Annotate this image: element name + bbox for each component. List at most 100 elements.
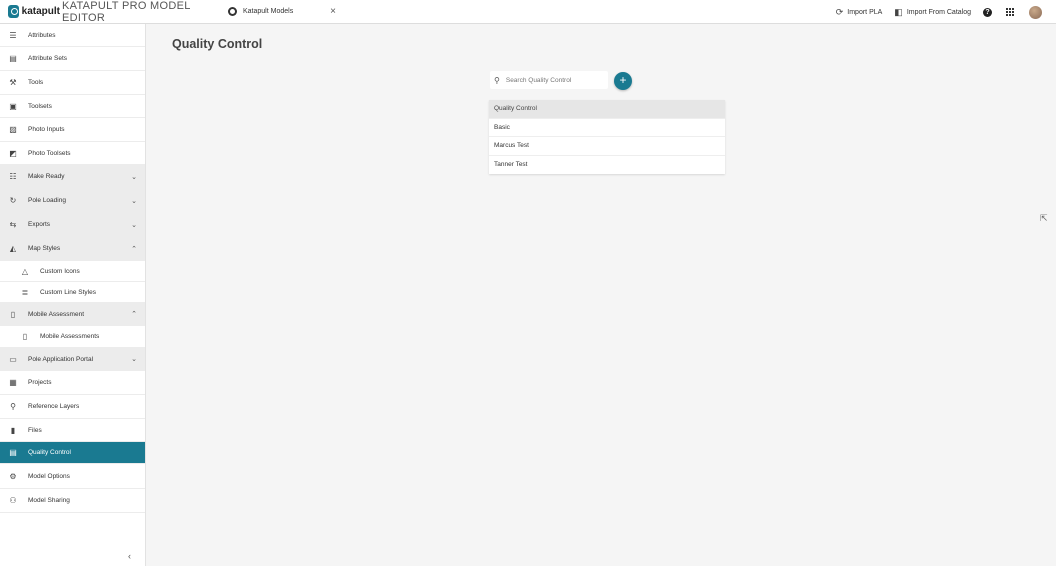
chevron-down-icon: ⌄: [131, 197, 137, 205]
sidebar-item-reference-layers[interactable]: ⚲ Reference Layers: [0, 395, 145, 419]
sidebar-item-label: Custom Icons: [40, 267, 80, 275]
sidebar-item-label: Attribute Sets: [28, 55, 68, 62]
sidebar-group-make-ready[interactable]: ☷ Make Ready ⌄: [0, 165, 145, 189]
avatar[interactable]: [1029, 5, 1042, 19]
sidebar-item-custom-icons[interactable]: △ Custom Icons: [0, 261, 145, 282]
sidebar-item-label: Mobile Assessments: [40, 333, 100, 340]
mouse-cursor-icon: ⇱: [1040, 213, 1048, 223]
search-field[interactable]: ⚲: [490, 71, 608, 89]
sidebar-item-photo-toolsets[interactable]: ◩ Photo Toolsets: [0, 142, 145, 165]
toolbox-icon: ▣: [9, 101, 17, 111]
triangle-icon: △: [21, 266, 29, 276]
sidebar-item-label: Map Styles: [28, 245, 61, 252]
sidebar-group-pole-application-portal[interactable]: ▭ Pole Application Portal ⌄: [0, 348, 145, 371]
sidebar-item-label: Quality Control: [28, 449, 71, 456]
tools-icon: ⚒: [9, 78, 17, 87]
katapult-logo-icon: [8, 5, 19, 18]
pole-loading-icon: ↻: [9, 196, 17, 205]
sidebar-group-map-styles[interactable]: ◭ Map Styles ⌃: [0, 237, 145, 261]
tab-label: Katapult Models: [243, 8, 294, 15]
mobile-icon: ▯: [10, 309, 16, 319]
sidebar-item-custom-line-styles[interactable]: ≣ Custom Line Styles: [0, 282, 145, 303]
photo-icon: ▨: [9, 125, 17, 134]
sidebar-item-label: Custom Line Styles: [40, 288, 96, 296]
import-pla-button[interactable]: ⟳ Import PLA: [836, 7, 883, 18]
table-icon: ▤: [9, 54, 17, 63]
sidebar-item-label: Files: [28, 426, 42, 434]
line-styles-icon: ≣: [21, 287, 29, 297]
sidebar-item-label: Tools: [28, 79, 44, 86]
chevron-down-icon: ⌄: [131, 221, 137, 229]
sidebar-item-files[interactable]: ▮ Files: [0, 419, 145, 442]
list-header: Quality Control: [489, 100, 725, 119]
brand-name: katapult: [21, 6, 60, 17]
sidebar-item-label: Mobile Assessment: [28, 310, 84, 318]
sidebar-item-label: Model Options: [28, 473, 70, 480]
sidebar-item-label: Make Ready: [28, 173, 65, 180]
sidebar: ☰ Attributes ▤ Attribute Sets ⚒ Tools ▣ …: [0, 24, 146, 566]
quality-control-list: Quality Control Basic Marcus Test Tanner…: [489, 100, 725, 174]
help-icon[interactable]: ?: [983, 7, 992, 17]
tab-katapult-models[interactable]: Katapult Models: [228, 7, 328, 16]
top-bar: katapult KATAPULT PRO MODEL EDITOR Katap…: [0, 0, 1056, 24]
sidebar-item-label: Photo Inputs: [28, 126, 65, 133]
list-item[interactable]: Marcus Test: [489, 137, 725, 156]
search-icon: ⚲: [494, 75, 500, 85]
close-icon[interactable]: ×: [328, 6, 338, 17]
list-item[interactable]: Basic: [489, 119, 725, 137]
sidebar-item-label: Attributes: [28, 31, 56, 39]
collapse-sidebar-icon[interactable]: ‹: [128, 551, 131, 561]
sidebar-item-attributes[interactable]: ☰ Attributes: [0, 24, 145, 47]
sidebar-item-photo-inputs[interactable]: ▨ Photo Inputs: [0, 118, 145, 142]
sidebar-item-projects[interactable]: ▦ Projects: [0, 371, 145, 395]
sidebar-item-mobile-assessments[interactable]: ▯ Mobile Assessments: [0, 326, 145, 348]
sidebar-item-attribute-sets[interactable]: ▤ Attribute Sets: [0, 47, 145, 71]
mobile-icon: ▯: [22, 332, 28, 341]
sidebar-item-label: Exports: [28, 221, 51, 228]
export-icon: ⇆: [9, 220, 17, 229]
clipboard-icon: ▤: [9, 448, 17, 457]
app-title: KATAPULT PRO MODEL EDITOR: [62, 0, 191, 24]
sidebar-item-label: Model Sharing: [28, 497, 70, 504]
file-icon: ▮: [10, 425, 16, 435]
chevron-up-icon: ⌃: [131, 311, 137, 318]
import-catalog-label: Import From Catalog: [906, 8, 971, 16]
sidebar-item-tools[interactable]: ⚒ Tools: [0, 71, 145, 95]
projects-icon: ▦: [9, 378, 17, 387]
models-icon: [228, 7, 237, 16]
sidebar-item-label: Photo Toolsets: [28, 149, 71, 157]
map-styles-icon: ◭: [9, 244, 17, 253]
photo-library-icon: ◩: [9, 148, 17, 158]
add-quality-control-button[interactable]: +: [614, 72, 632, 90]
search-input[interactable]: [505, 76, 598, 84]
list-icon: ☰: [9, 30, 17, 40]
sidebar-item-label: Pole Loading: [28, 197, 66, 204]
checklist-icon: ☷: [9, 172, 17, 181]
sidebar-group-exports[interactable]: ⇆ Exports ⌄: [0, 213, 145, 237]
apps-grid-icon[interactable]: [1006, 7, 1015, 17]
sidebar-item-model-options[interactable]: ⚙ Model Options: [0, 465, 145, 489]
katapult-logo[interactable]: katapult: [8, 5, 60, 18]
sidebar-item-label: Toolsets: [28, 102, 52, 110]
gear-icon: ⚙: [9, 472, 17, 481]
sidebar-item-label: Reference Layers: [28, 403, 80, 410]
sidebar-group-mobile-assessment[interactable]: ▯ Mobile Assessment ⌃: [0, 303, 145, 326]
list-item[interactable]: Tanner Test: [489, 156, 725, 175]
import-from-catalog-button[interactable]: ◧ Import From Catalog: [894, 7, 971, 18]
portal-icon: ▭: [9, 354, 17, 364]
chevron-down-icon: ⌄: [131, 356, 137, 363]
page-title: Quality Control: [172, 37, 263, 51]
catalog-icon: ◧: [894, 6, 903, 17]
share-icon: ⚇: [9, 496, 17, 505]
location-pin-icon: ⚲: [10, 402, 16, 411]
sidebar-item-quality-control[interactable]: ▤ Quality Control: [0, 442, 145, 464]
sidebar-group-pole-loading[interactable]: ↻ Pole Loading ⌄: [0, 189, 145, 213]
sidebar-item-label: Projects: [28, 379, 52, 386]
import-pla-label: Import PLA: [847, 8, 883, 16]
chevron-down-icon: ⌄: [131, 173, 137, 181]
sidebar-item-toolsets[interactable]: ▣ Toolsets: [0, 95, 145, 118]
sync-icon: ⟳: [835, 6, 844, 17]
sidebar-item-model-sharing[interactable]: ⚇ Model Sharing: [0, 489, 145, 513]
chevron-up-icon: ⌃: [131, 245, 137, 253]
sidebar-item-label: Pole Application Portal: [28, 355, 94, 363]
